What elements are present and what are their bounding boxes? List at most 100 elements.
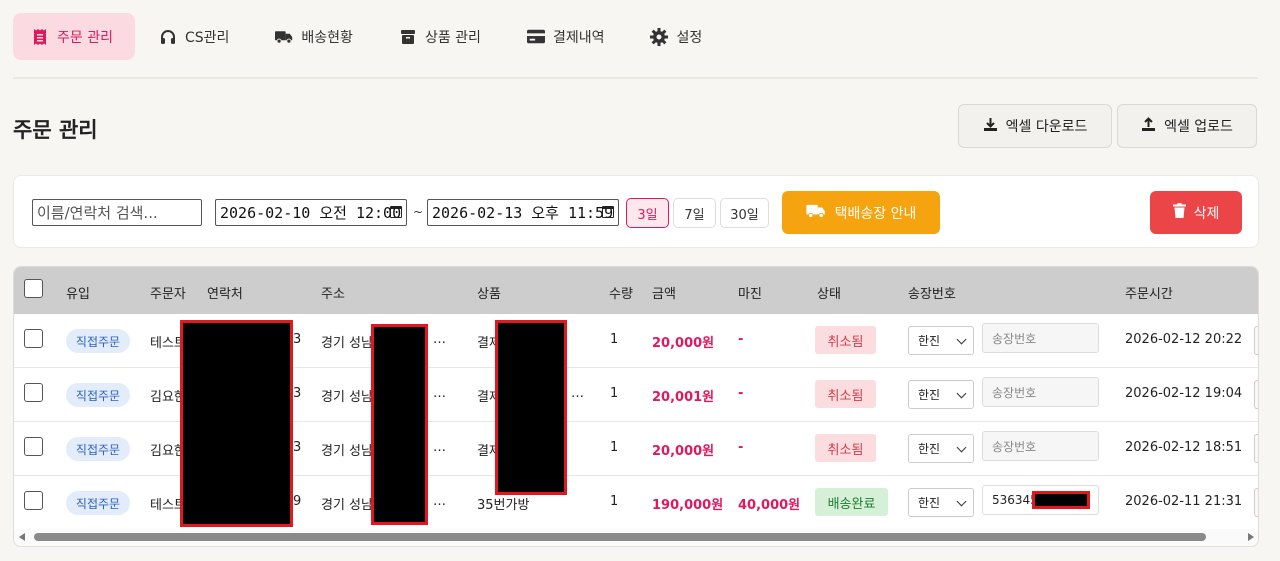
redaction-box-tracking	[1032, 491, 1090, 509]
trash-icon	[1172, 203, 1186, 222]
quantity: 1	[610, 440, 619, 455]
header-source: 유입	[66, 287, 90, 302]
address-ellipsis: …	[433, 386, 446, 401]
nav-label: 배송현황	[301, 29, 353, 46]
scroll-right-arrow-icon[interactable]	[1248, 533, 1254, 541]
nav-product-management[interactable]: 상품 관리	[381, 13, 503, 60]
address: 경기 성남	[321, 336, 373, 351]
courier-button-label: 택배송장 안내	[834, 205, 917, 222]
redaction-box-phone	[180, 320, 293, 527]
excel-download-button[interactable]: 엑셀 다운로드	[958, 104, 1112, 148]
status-badge: 취소됨	[815, 434, 876, 462]
source-badge: 직접주문	[66, 437, 130, 461]
tracking-number-input[interactable]: 송장번호	[982, 377, 1099, 407]
margin: -	[738, 332, 744, 347]
range-3-days-button[interactable]: 3일	[626, 198, 669, 228]
nav-payment-history[interactable]: 결제내역	[509, 13, 627, 60]
source-badge: 직접주문	[66, 329, 130, 353]
truck-icon	[806, 204, 826, 222]
address-ellipsis: …	[433, 440, 446, 455]
nav-order-management[interactable]: 주문 관리	[13, 13, 135, 60]
amount: 20,000원	[652, 336, 715, 351]
order-time: 2026-02-11 21:31	[1125, 494, 1243, 509]
calendar-icon[interactable]	[602, 206, 614, 218]
delete-button[interactable]: 삭제	[1150, 191, 1242, 234]
amount: 190,000원	[652, 498, 724, 513]
order-time: 2026-02-12 19:04	[1125, 386, 1243, 401]
courier-invoice-guide-button[interactable]: 택배송장 안내	[782, 191, 940, 234]
carrier-select[interactable]: 한진	[908, 326, 974, 355]
nav-settings[interactable]: 설정	[632, 13, 724, 60]
orders-table: 유입 주문자 연락처 주소 상품 수량 금액 마진 상태 송장번호 주문시간 직…	[13, 266, 1259, 547]
row-action-button[interactable]	[1254, 380, 1258, 409]
address-ellipsis: …	[433, 332, 446, 347]
box-icon	[399, 28, 417, 46]
header-phone: 연락처	[207, 287, 243, 302]
order-time: 2026-02-12 18:51	[1125, 440, 1243, 455]
status-badge: 취소됨	[815, 380, 876, 408]
header-margin: 마진	[738, 287, 762, 302]
select-all-checkbox[interactable]	[24, 279, 43, 298]
nav-label: CS관리	[184, 29, 230, 46]
quantity: 1	[610, 494, 619, 509]
carrier-select[interactable]: 한진	[908, 488, 974, 517]
row-checkbox[interactable]	[24, 437, 43, 456]
header-customer: 주문자	[150, 287, 186, 302]
phone-tail: 3	[293, 440, 302, 455]
nav-label: 결제내역	[552, 29, 605, 46]
row-checkbox[interactable]	[24, 491, 43, 510]
row-action-button[interactable]	[1254, 488, 1258, 517]
excel-upload-button[interactable]: 엑셀 업로드	[1117, 104, 1257, 148]
scrollbar-thumb[interactable]	[34, 533, 1206, 541]
scroll-left-arrow-icon[interactable]	[19, 533, 25, 541]
source-badge: 직접주문	[66, 491, 130, 515]
gear-icon	[650, 27, 669, 46]
date-from-input[interactable]: 2026-02-10 오전 12:00	[215, 199, 407, 226]
date-from-value: 2026-02-10 오전 12:00	[220, 204, 402, 222]
carrier-select[interactable]: 한진	[908, 380, 974, 409]
address-ellipsis: …	[433, 494, 446, 509]
product-ellipsis: …	[571, 386, 584, 401]
row-action-button[interactable]	[1254, 434, 1258, 463]
carrier-value: 한진	[918, 388, 941, 402]
status-badge: 배송완료	[815, 488, 888, 516]
range-30-days-button[interactable]: 30일	[720, 198, 769, 228]
carrier-select[interactable]: 한진	[908, 434, 974, 463]
address: 경기 성남	[321, 390, 373, 405]
carrier-value: 한진	[918, 442, 941, 456]
carrier-value: 한진	[918, 496, 941, 510]
calendar-icon[interactable]	[390, 206, 402, 218]
download-icon	[983, 117, 998, 136]
source-badge: 직접주문	[66, 383, 130, 407]
header-product: 상품	[477, 287, 501, 302]
phone-tail: 3	[293, 332, 302, 347]
table-header: 유입 주문자 연락처 주소 상품 수량 금액 마진 상태 송장번호 주문시간	[14, 267, 1258, 314]
date-to-input[interactable]: 2026-02-13 오후 11:59	[427, 199, 619, 226]
redaction-box-product	[495, 320, 567, 495]
address: 경기 성남	[321, 444, 373, 459]
page-title: 주문 관리	[13, 118, 98, 142]
row-checkbox[interactable]	[24, 383, 43, 402]
search-input[interactable]: 이름/연락처 검색...	[32, 199, 202, 226]
tracking-number-input[interactable]: 송장번호	[982, 323, 1099, 353]
delete-button-label: 삭제	[1193, 205, 1220, 222]
margin: 40,000원	[738, 498, 801, 513]
row-checkbox[interactable]	[24, 329, 43, 348]
filter-panel: 이름/연락처 검색... 2026-02-10 오전 12:00 ~ 2026-…	[13, 175, 1259, 248]
amount: 20,001원	[652, 390, 715, 405]
row-action-button[interactable]	[1254, 326, 1258, 355]
quantity: 1	[610, 332, 619, 347]
header-amount: 금액	[652, 287, 676, 302]
truck-icon	[275, 28, 293, 46]
product-name: 35번가방	[477, 498, 530, 513]
header-quantity: 수량	[609, 287, 633, 302]
chevron-down-icon	[956, 496, 967, 507]
nav-label: 설정	[676, 29, 703, 46]
range-7-days-button[interactable]: 7일	[673, 198, 716, 228]
top-nav: 주문 관리 CS관리 배송현황 상품 관리 결제내역 설정	[13, 13, 730, 60]
quantity: 1	[610, 386, 619, 401]
nav-delivery-status[interactable]: 배송현황	[257, 13, 375, 60]
tracking-number-input[interactable]: 송장번호	[982, 431, 1099, 461]
credit-card-icon	[526, 28, 545, 46]
nav-cs-management[interactable]: CS관리	[141, 13, 251, 60]
